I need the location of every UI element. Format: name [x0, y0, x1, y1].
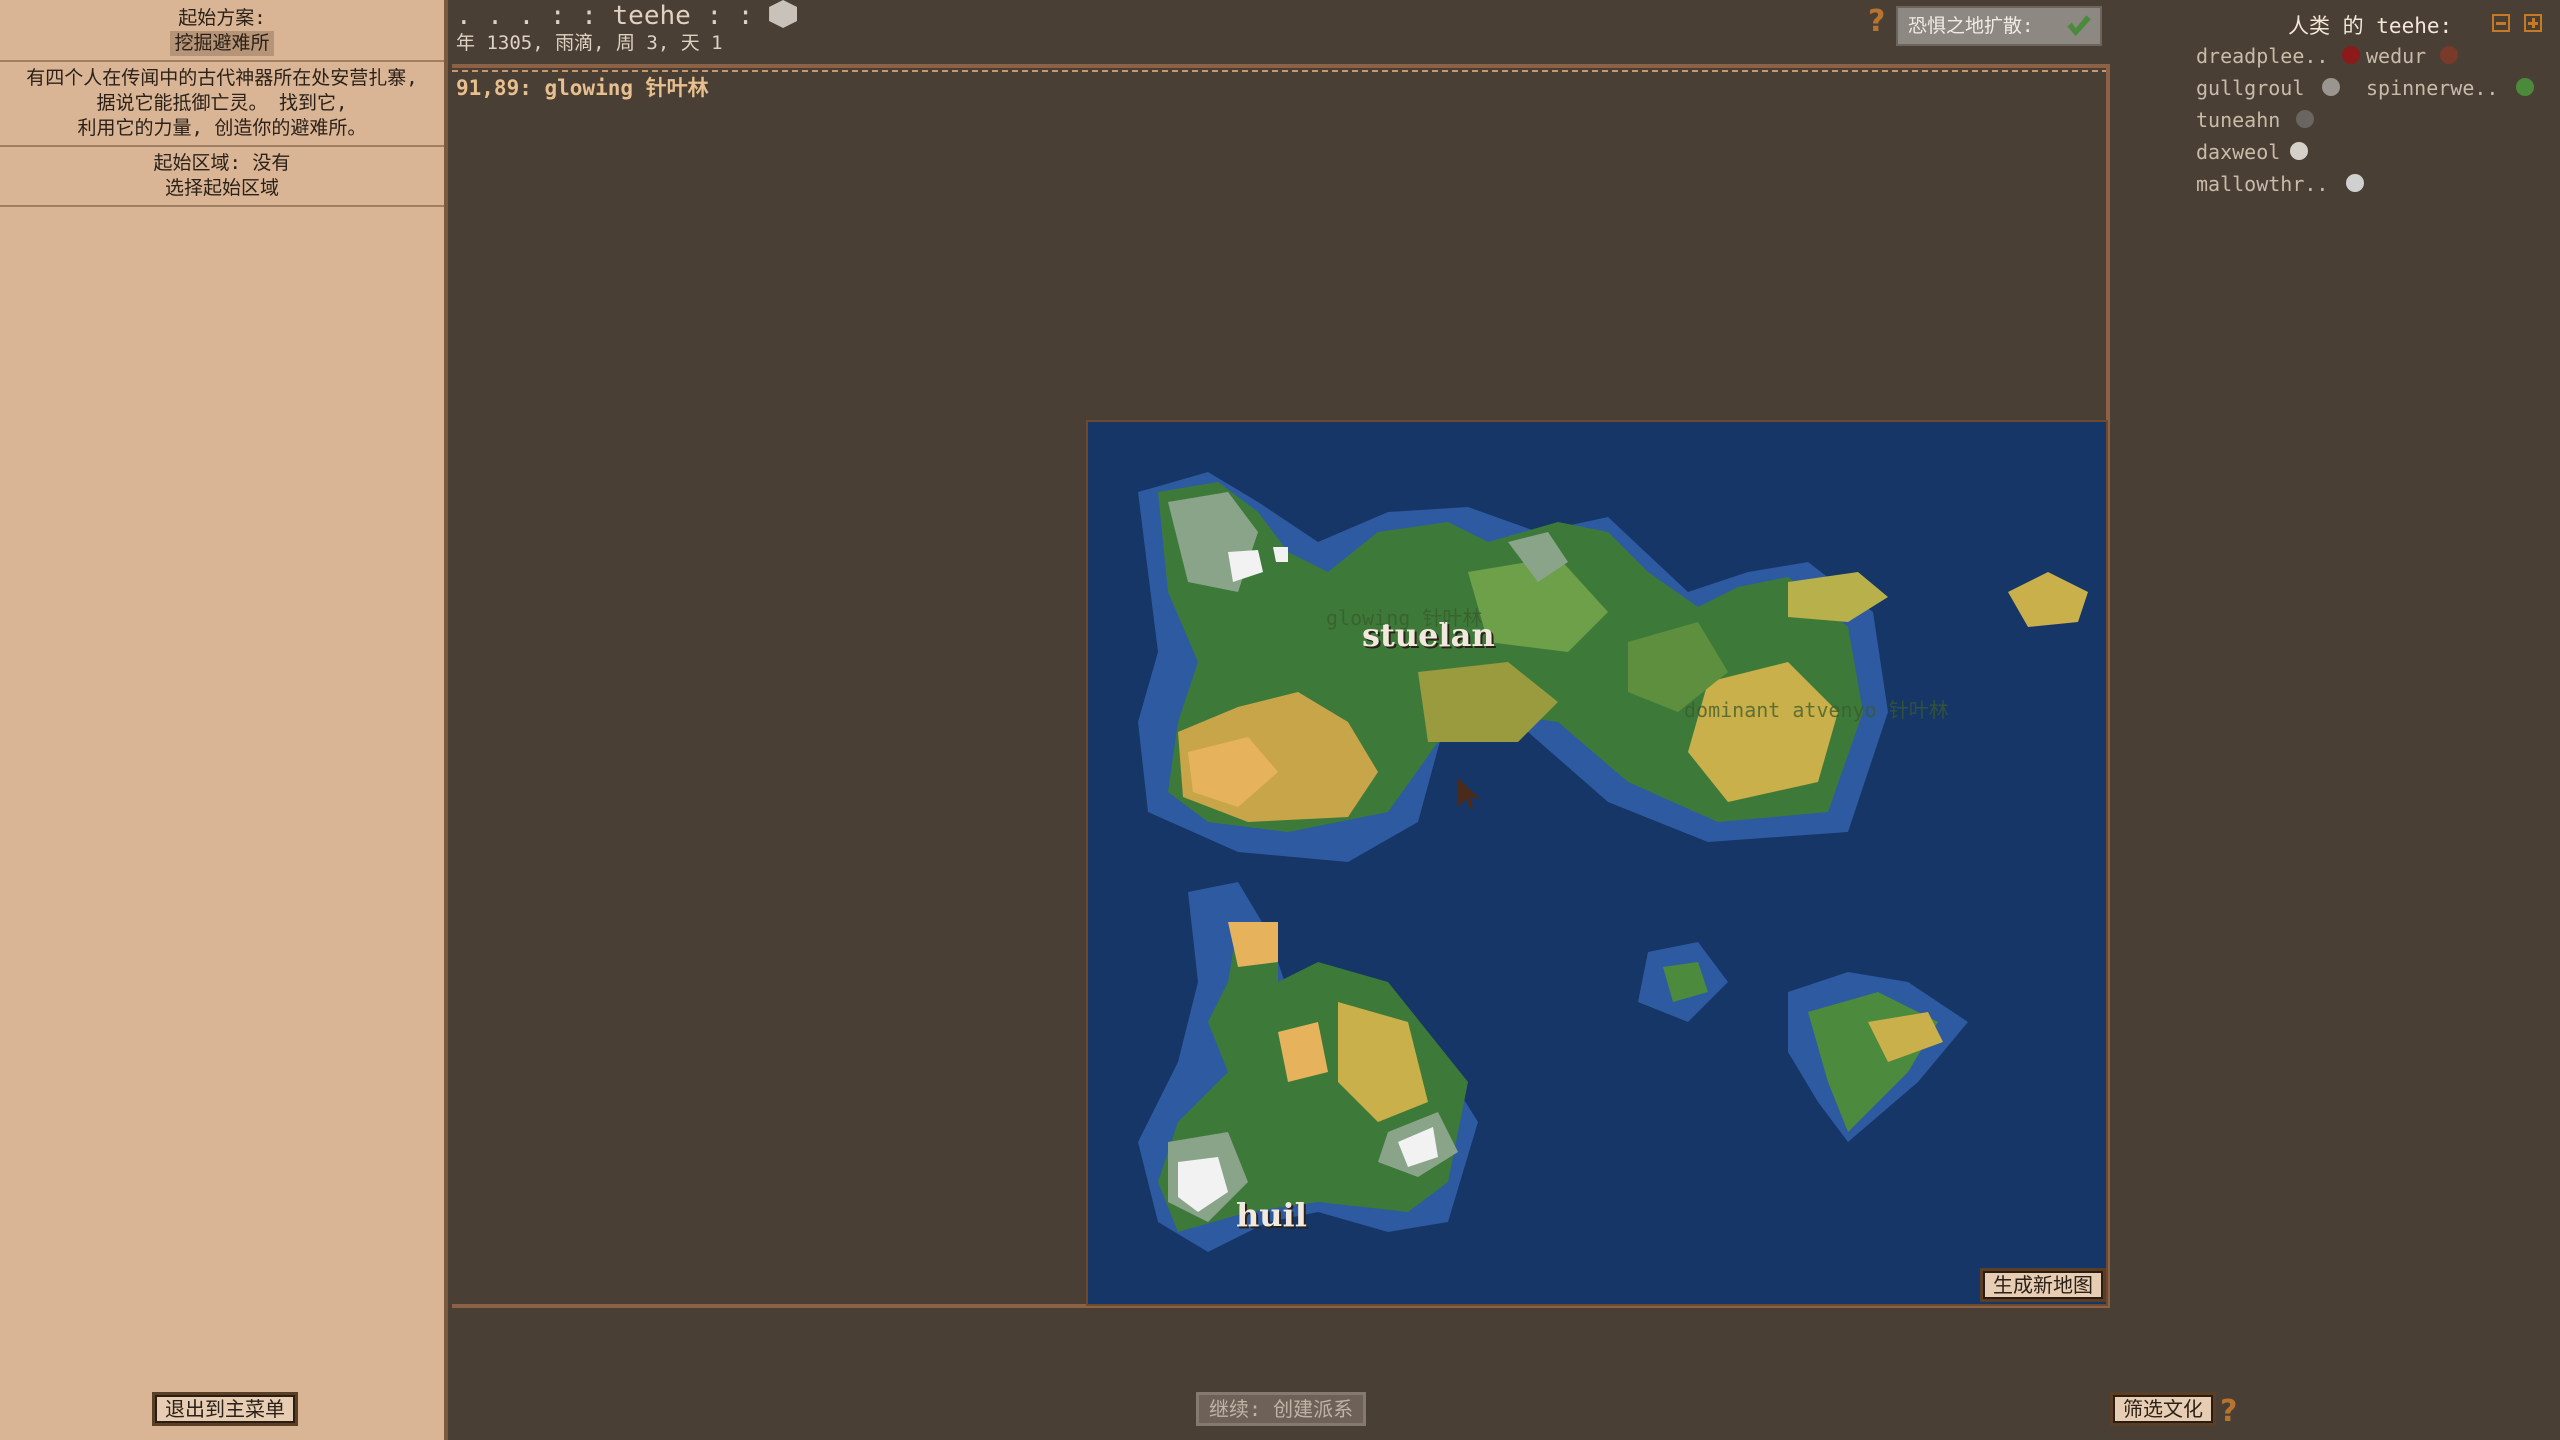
- help-icon[interactable]: ?: [2220, 1394, 2237, 1429]
- civ-entry[interactable]: gullgroul: [2196, 76, 2304, 100]
- tile-readout: 91,89: glowing 针叶林: [456, 76, 709, 100]
- civ-entry[interactable]: wedur: [2366, 44, 2426, 68]
- world-map-canvas[interactable]: [1088, 422, 2106, 1304]
- check-icon[interactable]: [2067, 15, 2091, 37]
- world-date: 年 1305, 雨滴, 周 3, 天 1: [456, 32, 723, 54]
- civ-symbol-icon: [2322, 78, 2340, 96]
- filter-culture-button[interactable]: 筛选文化: [2110, 1392, 2216, 1426]
- civilization-panel-title: 人类 的 teehe:: [2288, 14, 2453, 38]
- civ-symbol-icon: [2516, 78, 2534, 96]
- civ-entry[interactable]: tuneahn: [2196, 108, 2280, 132]
- expand-icon[interactable]: [2524, 14, 2542, 32]
- embark-description: 有四个人在传闻中的古代神器所在处安营扎寨, 据说它能抵御亡灵。 找到它, 利用它…: [0, 66, 444, 141]
- continue-create-faction-button[interactable]: 继续: 创建派系: [1196, 1392, 1367, 1426]
- civ-symbol-icon: [2296, 110, 2314, 128]
- civ-symbol-icon: [2440, 46, 2458, 64]
- world-title: . . . : : teehe : :: [456, 0, 798, 31]
- evil-spread-label: 恐惧之地扩散:: [1908, 15, 2034, 37]
- civ-symbol-icon: [2346, 174, 2364, 192]
- divider: [0, 145, 444, 147]
- divider: [0, 205, 444, 207]
- embark-plan-section: 起始方案: 挖掘避难所: [0, 0, 444, 56]
- map-region-label: huil: [1236, 1196, 1307, 1234]
- map-faint-label: glowing 针叶林: [1326, 606, 1483, 630]
- generate-new-map-button[interactable]: 生成新地图: [1980, 1268, 2106, 1302]
- civ-symbol-icon: [2342, 46, 2360, 64]
- world-title-text: . . . : : teehe : :: [456, 1, 754, 31]
- embark-options-panel: 起始方案: 挖掘避难所 有四个人在传闻中的古代神器所在处安营扎寨, 据说它能抵御…: [0, 0, 448, 1440]
- region-label: 起始区域: 没有: [153, 152, 291, 174]
- region-hint[interactable]: 选择起始区域: [0, 176, 444, 201]
- description-line: 利用它的力量, 创造你的避难所。: [77, 117, 367, 139]
- embark-plan-value[interactable]: 挖掘避难所: [170, 31, 274, 56]
- description-line: 有四个人在传闻中的古代神器所在处安营扎寨,: [26, 67, 418, 89]
- civ-symbol-icon: [2290, 142, 2308, 160]
- world-map[interactable]: stuelan huil glowing 针叶林 dominant atveny…: [1086, 420, 2108, 1306]
- civ-entry[interactable]: daxweol: [2196, 140, 2280, 164]
- civ-entry[interactable]: mallowthr..: [2196, 172, 2328, 196]
- exit-to-main-menu-button[interactable]: 退出到主菜单: [152, 1392, 298, 1426]
- divider: [0, 60, 444, 62]
- dice-icon[interactable]: [769, 0, 798, 28]
- civ-entry[interactable]: spinnerwe..: [2366, 76, 2498, 100]
- collapse-icon[interactable]: [2492, 14, 2510, 32]
- civ-entry[interactable]: dreadplee..: [2196, 44, 2328, 68]
- help-icon[interactable]: ?: [1868, 4, 1885, 39]
- evil-spread-toggle[interactable]: 恐惧之地扩散:: [1896, 6, 2102, 46]
- map-faint-label: dominant atvenyo 针叶林: [1684, 698, 1949, 722]
- embark-plan-label: 起始方案:: [178, 7, 266, 29]
- region-section: 起始区域: 没有 选择起始区域: [0, 151, 444, 201]
- civilization-panel: [2116, 0, 2560, 1440]
- description-line: 据说它能抵御亡灵。 找到它,: [96, 92, 348, 114]
